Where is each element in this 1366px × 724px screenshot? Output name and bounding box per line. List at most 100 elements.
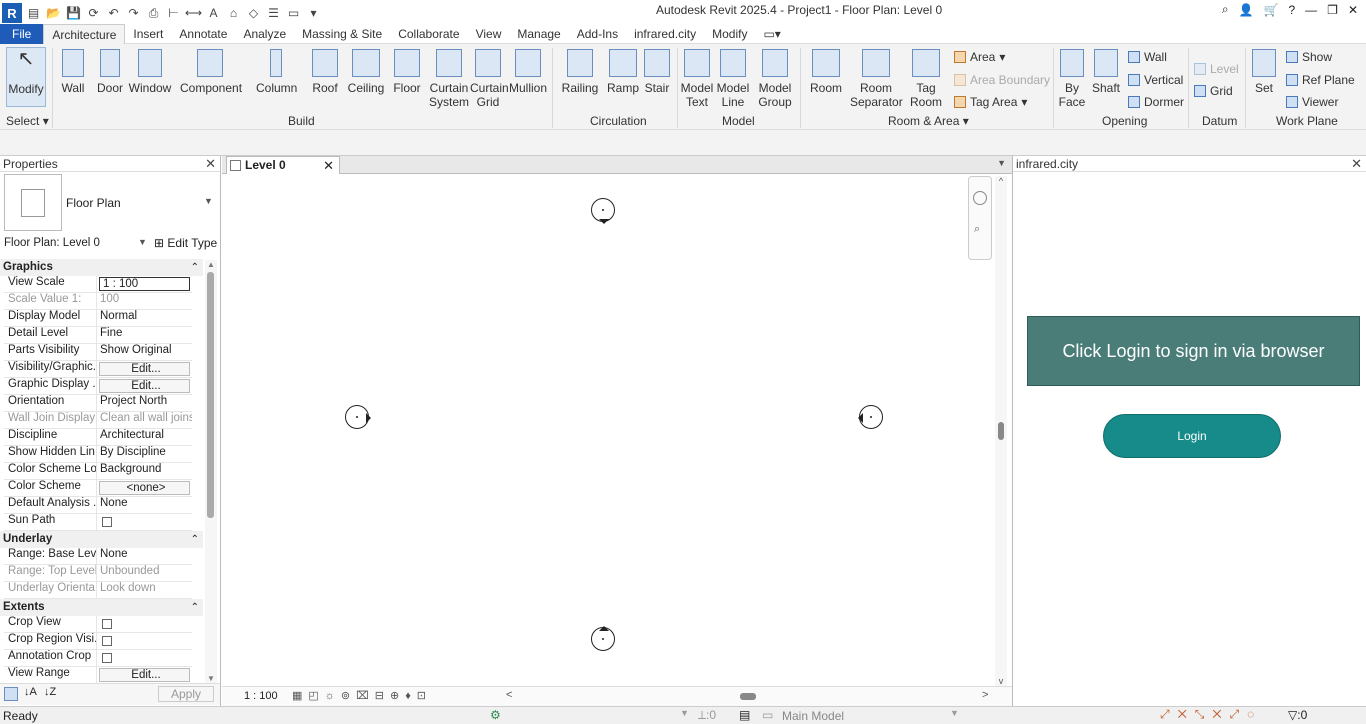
dormer-button[interactable]: Dormer bbox=[1128, 95, 1184, 109]
view-scale[interactable]: 1 : 100 bbox=[244, 690, 278, 702]
selection-filter-icons[interactable]: ⤢✕⤡✕⤢◌ bbox=[1160, 707, 1262, 722]
drawing-area[interactable]: Level 0 ✕ ▼ ⌕ ^ v 1 : 100 ▦◰☼⊚⌧⊟⊕♦⊡ < > bbox=[222, 156, 1012, 706]
editable-count[interactable]: ⟂:0 bbox=[698, 708, 716, 723]
checkbox[interactable] bbox=[102, 517, 112, 527]
room-separator-button[interactable]: Room Separator bbox=[850, 49, 903, 109]
thin-lines-icon[interactable]: ☰ bbox=[265, 5, 282, 22]
main-model-select[interactable]: Main Model bbox=[782, 709, 844, 723]
tab-add-ins[interactable]: Add-Ins bbox=[569, 24, 626, 44]
show-button[interactable]: Show bbox=[1286, 50, 1332, 64]
checkbox[interactable] bbox=[102, 619, 112, 629]
chevron-down-icon[interactable]: ▼ bbox=[204, 196, 213, 206]
mullion-button[interactable]: Mullion bbox=[508, 49, 548, 95]
by-face-button[interactable]: By Face bbox=[1058, 49, 1086, 109]
property-edit-button[interactable]: Edit... bbox=[99, 379, 190, 393]
property-value[interactable]: None bbox=[97, 497, 192, 513]
save-icon[interactable]: 💾 bbox=[65, 5, 82, 22]
help-icon[interactable]: ? bbox=[1288, 3, 1295, 17]
elevation-marker-north[interactable] bbox=[591, 198, 615, 224]
property-value[interactable]: Background bbox=[97, 463, 192, 479]
filter-count[interactable]: ▽:0 bbox=[1288, 708, 1307, 722]
view-horizontal-scroll-thumb[interactable] bbox=[740, 693, 756, 700]
type-selector[interactable]: Floor Plan bbox=[66, 196, 121, 210]
instance-dropdown-icon[interactable]: ▼ bbox=[138, 237, 147, 247]
select-dropdown[interactable]: Select ▾ bbox=[6, 114, 49, 128]
sort-descending-icon[interactable]: ↓Z bbox=[44, 686, 56, 698]
scroll-right-icon[interactable]: > bbox=[982, 689, 988, 701]
tab-view[interactable]: View bbox=[468, 24, 510, 44]
customize-qat-icon[interactable]: ▾ bbox=[305, 5, 322, 22]
property-value[interactable]: 1 : 100 bbox=[99, 277, 190, 291]
tab-list-icon[interactable]: ▼ bbox=[997, 158, 1006, 168]
3d-view-icon[interactable]: ⌂ bbox=[225, 5, 242, 22]
model-line-button[interactable]: Model Line bbox=[716, 49, 750, 109]
steering-wheel-icon[interactable] bbox=[973, 191, 987, 205]
sort-icon[interactable] bbox=[4, 687, 18, 701]
text-icon[interactable]: A bbox=[205, 5, 222, 22]
property-value[interactable]: By Discipline bbox=[97, 446, 192, 462]
home-icon[interactable]: ▤ bbox=[25, 5, 42, 22]
sync-icon[interactable]: ⟳ bbox=[85, 5, 102, 22]
elevation-marker-west[interactable] bbox=[345, 405, 371, 429]
properties-scrollbar[interactable]: ▲ ▼ bbox=[205, 260, 217, 683]
elevation-marker-east[interactable] bbox=[858, 405, 883, 429]
stair-button[interactable]: Stair bbox=[642, 49, 672, 95]
type-selector-thumbnail[interactable] bbox=[4, 174, 62, 231]
redo-icon[interactable]: ↷ bbox=[125, 5, 142, 22]
tab-analyze[interactable]: Analyze bbox=[235, 24, 294, 44]
tab-architecture[interactable]: Architecture bbox=[43, 23, 126, 44]
tab-level-0[interactable]: Level 0 ✕ bbox=[226, 156, 340, 174]
tab-annotate[interactable]: Annotate bbox=[171, 24, 235, 44]
worksharing-icon[interactable]: ⚙ bbox=[490, 708, 501, 722]
curtain-system-button[interactable]: Curtain System bbox=[428, 49, 470, 109]
property-value[interactable]: Show Original bbox=[97, 344, 192, 360]
tab-massing-site[interactable]: Massing & Site bbox=[294, 24, 390, 44]
property-category[interactable]: Graphics ⌃ bbox=[0, 259, 203, 276]
cart-icon[interactable]: 🛒 bbox=[1264, 3, 1279, 17]
view-control-icons[interactable]: ▦◰☼⊚⌧⊟⊕♦⊡ bbox=[292, 689, 432, 702]
ramp-button[interactable]: Ramp bbox=[606, 49, 640, 95]
scroll-left-icon[interactable]: < bbox=[506, 689, 512, 701]
view-scroll-thumb[interactable] bbox=[998, 422, 1004, 440]
property-edit-button[interactable]: Edit... bbox=[99, 668, 190, 682]
tab-file[interactable]: File bbox=[0, 23, 44, 44]
user-icon[interactable]: 👤 bbox=[1239, 3, 1254, 17]
close-window-icon[interactable]: ✕ bbox=[1348, 3, 1358, 17]
model-text-button[interactable]: Model Text bbox=[680, 49, 714, 109]
property-checkbox-cell[interactable] bbox=[97, 514, 192, 530]
viewer-button[interactable]: Viewer bbox=[1286, 95, 1338, 109]
revit-logo[interactable]: R bbox=[2, 3, 22, 23]
property-edit-button[interactable]: <none> bbox=[99, 481, 190, 495]
tab-collaborate[interactable]: Collaborate bbox=[390, 24, 467, 44]
edit-type-button[interactable]: ⊞ Edit Type bbox=[154, 236, 217, 250]
property-value[interactable]: Fine bbox=[97, 327, 192, 343]
close-icon[interactable]: ✕ bbox=[205, 156, 216, 172]
scroll-up-icon[interactable]: ^ bbox=[995, 176, 1007, 186]
collapse-icon[interactable]: ⌃ bbox=[191, 259, 199, 276]
open-icon[interactable]: 📂 bbox=[45, 5, 62, 22]
set-button[interactable]: Set bbox=[1250, 49, 1278, 95]
property-checkbox-cell[interactable] bbox=[97, 633, 192, 649]
door-button[interactable]: Door bbox=[95, 49, 125, 95]
wall-button[interactable]: Wall bbox=[58, 49, 88, 95]
window-button[interactable]: Window bbox=[128, 49, 172, 95]
ref-plane-button[interactable]: Ref Plane bbox=[1286, 73, 1355, 87]
property-category[interactable]: Underlay ⌃ bbox=[0, 531, 203, 548]
tab-dropdown-icon[interactable]: ▭▾ bbox=[755, 24, 788, 44]
tab-modify[interactable]: Modify bbox=[704, 24, 755, 44]
scroll-thumb[interactable] bbox=[207, 272, 214, 518]
scroll-down-icon[interactable]: v bbox=[995, 676, 1007, 686]
restore-icon[interactable]: ❐ bbox=[1327, 3, 1338, 17]
column-button[interactable]: Column bbox=[256, 49, 297, 95]
switch-windows-icon[interactable]: ▭ bbox=[285, 5, 302, 22]
main-model-dropdown-icon[interactable]: ▼ bbox=[950, 708, 959, 718]
property-category[interactable]: Extents ⌃ bbox=[0, 599, 203, 616]
measure-icon[interactable]: ⊢ bbox=[165, 5, 182, 22]
print-icon[interactable]: ⎙ bbox=[145, 5, 162, 22]
wall-opening-button[interactable]: Wall bbox=[1128, 50, 1167, 64]
roof-button[interactable]: Roof bbox=[310, 49, 340, 95]
floor-button[interactable]: Floor bbox=[392, 49, 422, 95]
tab-manage[interactable]: Manage bbox=[509, 24, 568, 44]
close-tab-icon[interactable]: ✕ bbox=[323, 157, 334, 174]
ceiling-button[interactable]: Ceiling bbox=[346, 49, 386, 95]
